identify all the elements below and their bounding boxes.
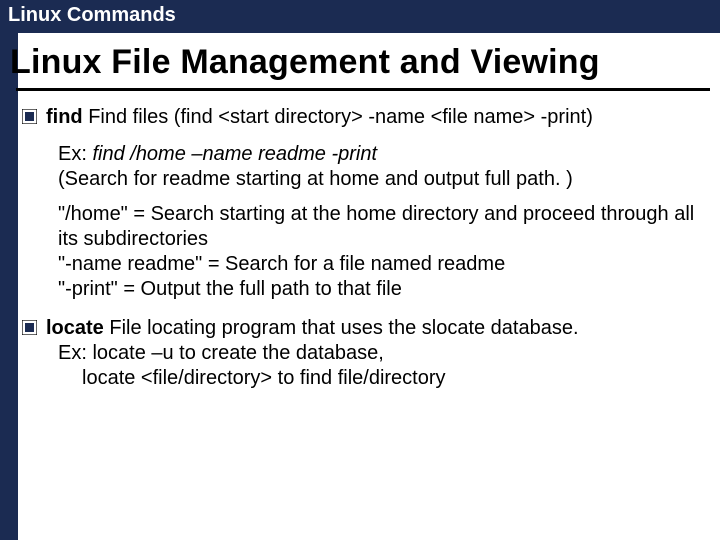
locate-desc: File locating program that uses the sloc… <box>104 317 579 339</box>
list-item: locate File locating program that uses t… <box>18 316 720 391</box>
bullet-icon <box>22 109 37 124</box>
find-cmd: find <box>46 106 83 128</box>
find-details: "/home" = Search starting at the home di… <box>18 202 720 302</box>
find-detail-home: "/home" = Search starting at the home di… <box>58 203 694 250</box>
find-ex-note: (Search for readme starting at home and … <box>58 168 573 190</box>
locate-cmd: locate <box>46 317 104 339</box>
find-detail-name: "-name readme" = Search for a file named… <box>58 253 505 275</box>
find-desc: Find files (find <start directory> -name… <box>83 106 593 128</box>
title-bar-text: Linux Commands <box>8 4 176 26</box>
list-item: find Find files (find <start directory> … <box>18 105 720 130</box>
title-bar: Linux Commands <box>0 0 720 33</box>
locate-ex1: Ex: locate –u to create the database, <box>58 342 384 364</box>
content: find Find files (find <start directory> … <box>18 105 720 391</box>
heading-rule <box>16 88 710 91</box>
find-ex-cmd: find /home –name readme -print <box>92 143 377 165</box>
find-example: Ex: find /home –name readme -print (Sear… <box>18 142 720 192</box>
page-title: Linux File Management and Viewing <box>0 33 720 86</box>
locate-ex2: locate <file/directory> to find file/dir… <box>58 366 446 391</box>
find-detail-print: "-print" = Output the full path to that … <box>58 278 402 300</box>
bullet-icon <box>22 320 37 335</box>
heading-wrap: Linux File Management and Viewing <box>0 33 720 91</box>
find-ex-label: Ex: <box>58 143 92 165</box>
slide: Linux Commands Linux File Management and… <box>0 0 720 540</box>
